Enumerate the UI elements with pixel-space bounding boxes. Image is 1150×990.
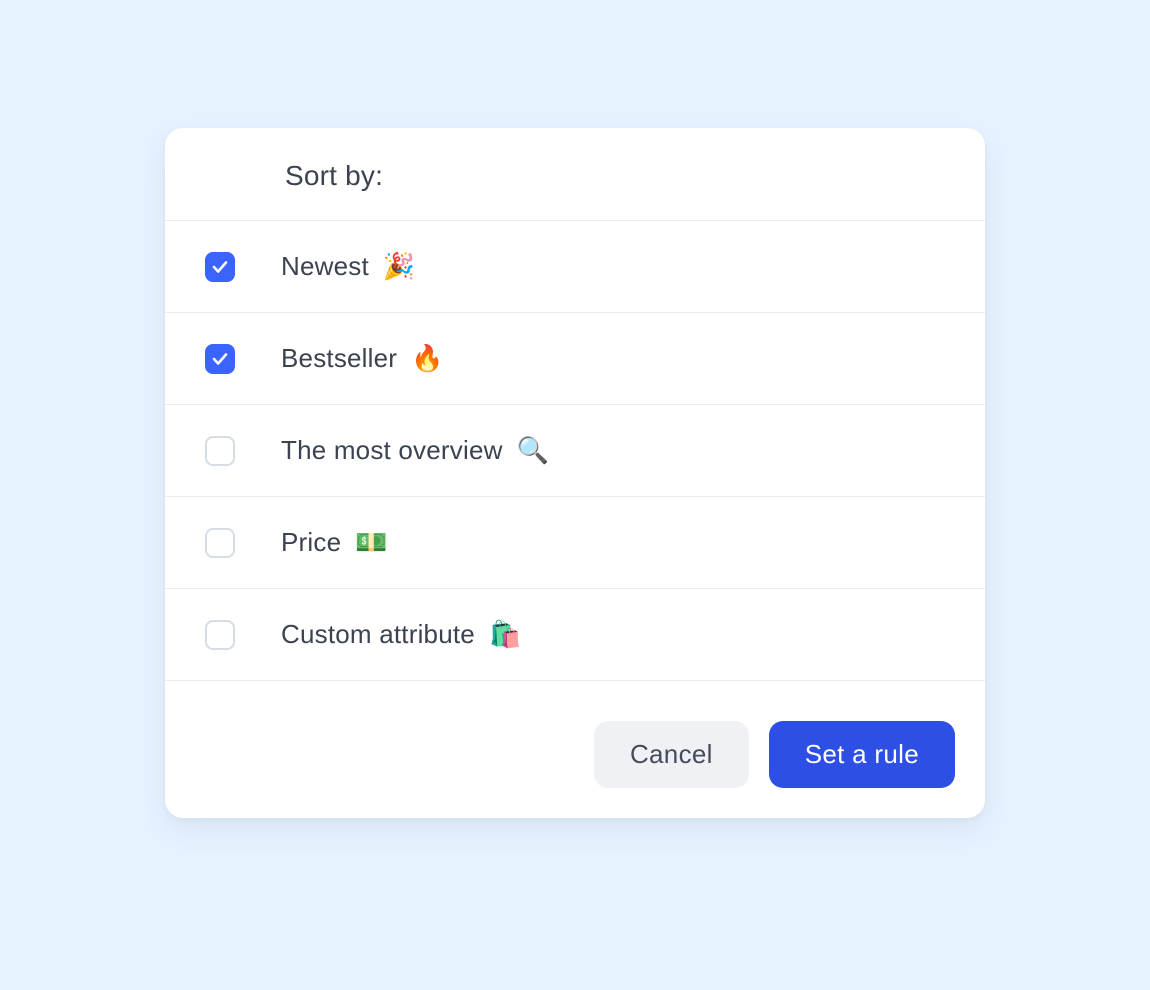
- option-label-text: Custom attribute: [281, 619, 475, 650]
- options-list: Newest 🎉 Bestseller 🔥 The most overview 🔍 Pric…: [165, 221, 985, 681]
- option-custom-attribute[interactable]: Custom attribute 🛍️: [165, 589, 985, 681]
- checkbox[interactable]: [205, 252, 235, 282]
- option-newest[interactable]: Newest 🎉: [165, 221, 985, 313]
- sort-dialog: Sort by: Newest 🎉 Bestseller 🔥 The most over…: [165, 128, 985, 818]
- option-bestseller[interactable]: Bestseller 🔥: [165, 313, 985, 405]
- option-emoji-icon: 💵: [355, 527, 388, 558]
- checkbox[interactable]: [205, 436, 235, 466]
- option-label-text: Bestseller: [281, 343, 397, 374]
- cancel-button[interactable]: Cancel: [594, 721, 749, 788]
- dialog-header: Sort by:: [165, 128, 985, 221]
- option-label: Custom attribute 🛍️: [281, 619, 522, 650]
- option-most-overview[interactable]: The most overview 🔍: [165, 405, 985, 497]
- checkbox[interactable]: [205, 528, 235, 558]
- dialog-title: Sort by:: [285, 160, 945, 192]
- checkbox[interactable]: [205, 344, 235, 374]
- option-price[interactable]: Price 💵: [165, 497, 985, 589]
- option-label-text: Newest: [281, 251, 369, 282]
- option-emoji-icon: 🛍️: [489, 619, 522, 650]
- option-label: Bestseller 🔥: [281, 343, 444, 374]
- option-emoji-icon: 🔍: [517, 435, 550, 466]
- checkbox[interactable]: [205, 620, 235, 650]
- set-rule-button[interactable]: Set a rule: [769, 721, 955, 788]
- option-emoji-icon: 🎉: [383, 251, 416, 282]
- option-label-text: The most overview: [281, 435, 503, 466]
- dialog-footer: Cancel Set a rule: [165, 681, 985, 818]
- option-label-text: Price: [281, 527, 341, 558]
- option-label: Price 💵: [281, 527, 388, 558]
- option-label: Newest 🎉: [281, 251, 415, 282]
- option-emoji-icon: 🔥: [411, 343, 444, 374]
- option-label: The most overview 🔍: [281, 435, 549, 466]
